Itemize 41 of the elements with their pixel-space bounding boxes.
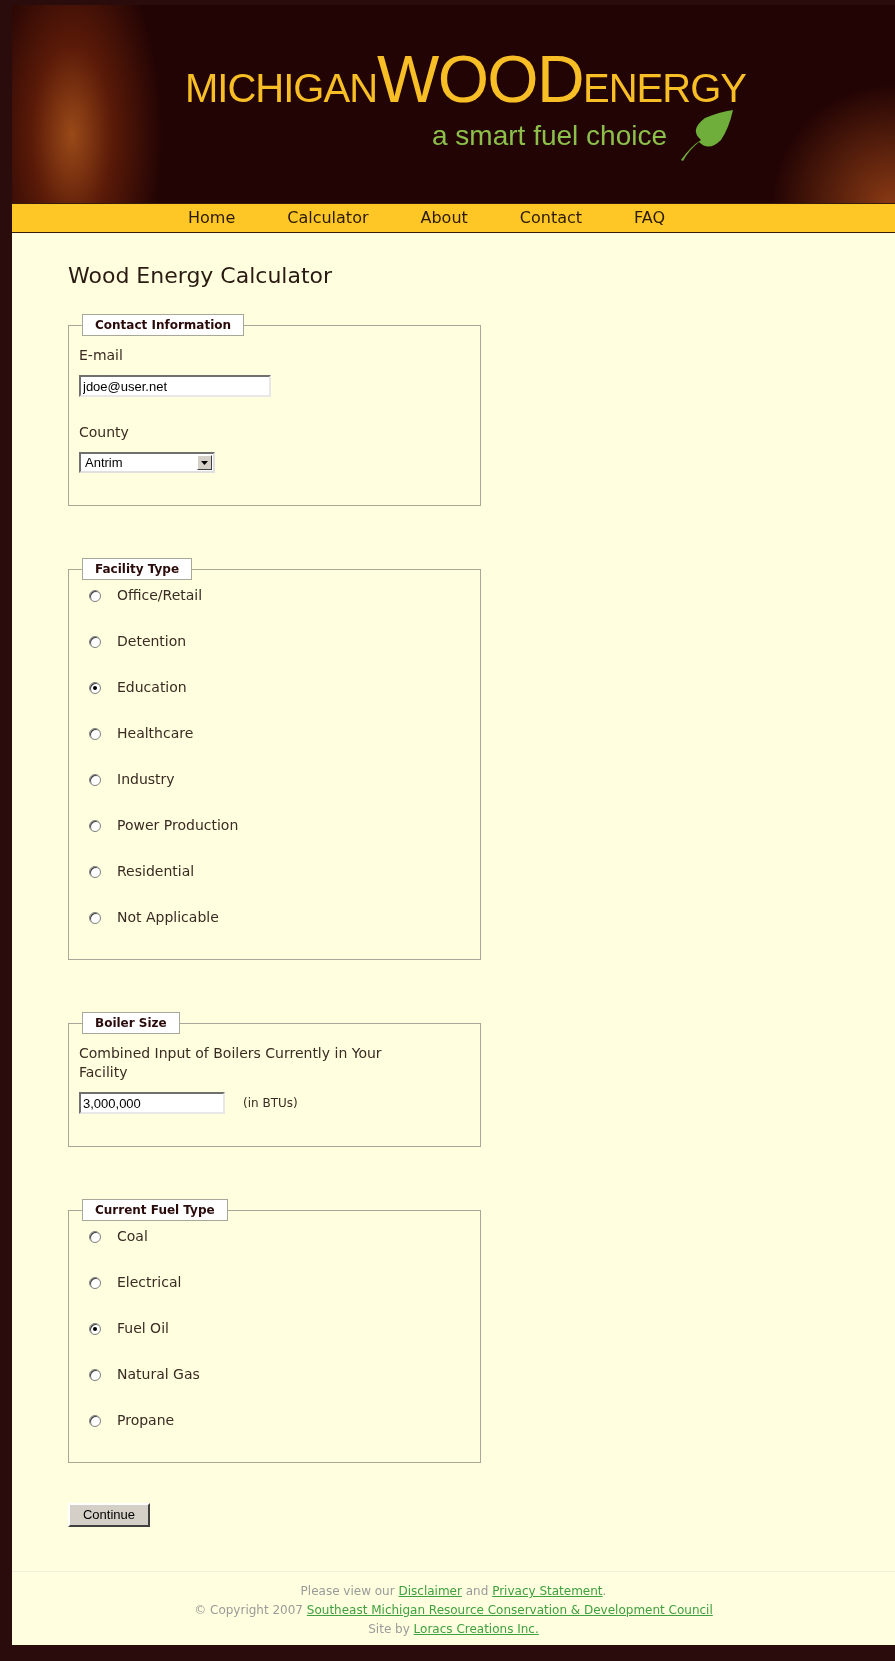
text-input[interactable]: 3,000,000 [79,1092,225,1114]
radio-label: Propane [117,1411,175,1430]
radio-label: Industry [117,770,175,789]
nav-link[interactable]: Calculator [287,206,369,230]
radio-label: Electrical [117,1273,182,1292]
radio-button[interactable] [89,911,101,924]
section-legend: Contact Information [82,314,245,336]
radio-label: Not Applicable [117,908,219,927]
footer-text: Site by Loracs Creations Inc. [368,1621,539,1638]
radio-label: Residential [117,862,195,881]
radio-label: Education [117,678,187,697]
radio-label: Power Production [117,816,239,835]
text-input[interactable]: jdoe@user.net [79,375,271,397]
continue-button[interactable]: Continue [68,1503,150,1527]
radio-label: Healthcare [117,724,194,743]
logo-text: MICHIGANWOODENERGY [185,46,746,112]
footer-text: © Copyright 2007 Southeast Michigan Resource Conservation & Development Council [194,1602,713,1619]
section-legend: Facility Type [82,558,193,580]
section-legend: Current Fuel Type [82,1199,228,1221]
radio-label: Natural Gas [117,1365,200,1384]
radio-label: Fuel Oil [117,1319,169,1338]
radio-button[interactable] [89,681,101,694]
radio-button[interactable] [89,1322,101,1335]
field-label: County [79,423,130,442]
radio-label: Detention [117,632,187,651]
nav-link[interactable]: Home [188,206,236,230]
tagline: a smart fuel choice [432,119,667,153]
field-label: Combined Input of Boilers Currently in Your Facility [79,1044,383,1082]
radio-label: Coal [117,1227,148,1246]
footer-text: Please view our Disclaimer and Privacy Statement. [300,1583,607,1600]
radio-button[interactable] [89,1368,101,1381]
field-label: E-mail [79,346,124,365]
nav-link[interactable]: About [420,206,468,230]
radio-label: Office/Retail [117,586,203,605]
unit-label: (in BTUs) [243,1095,298,1112]
section-legend: Boiler Size [82,1012,180,1034]
radio-button[interactable] [89,865,101,878]
county-select[interactable]: Antrim [79,452,215,473]
nav-link[interactable]: FAQ [634,206,666,230]
nav-link[interactable]: Contact [519,206,583,230]
page-title: Wood Energy Calculator [68,262,334,290]
